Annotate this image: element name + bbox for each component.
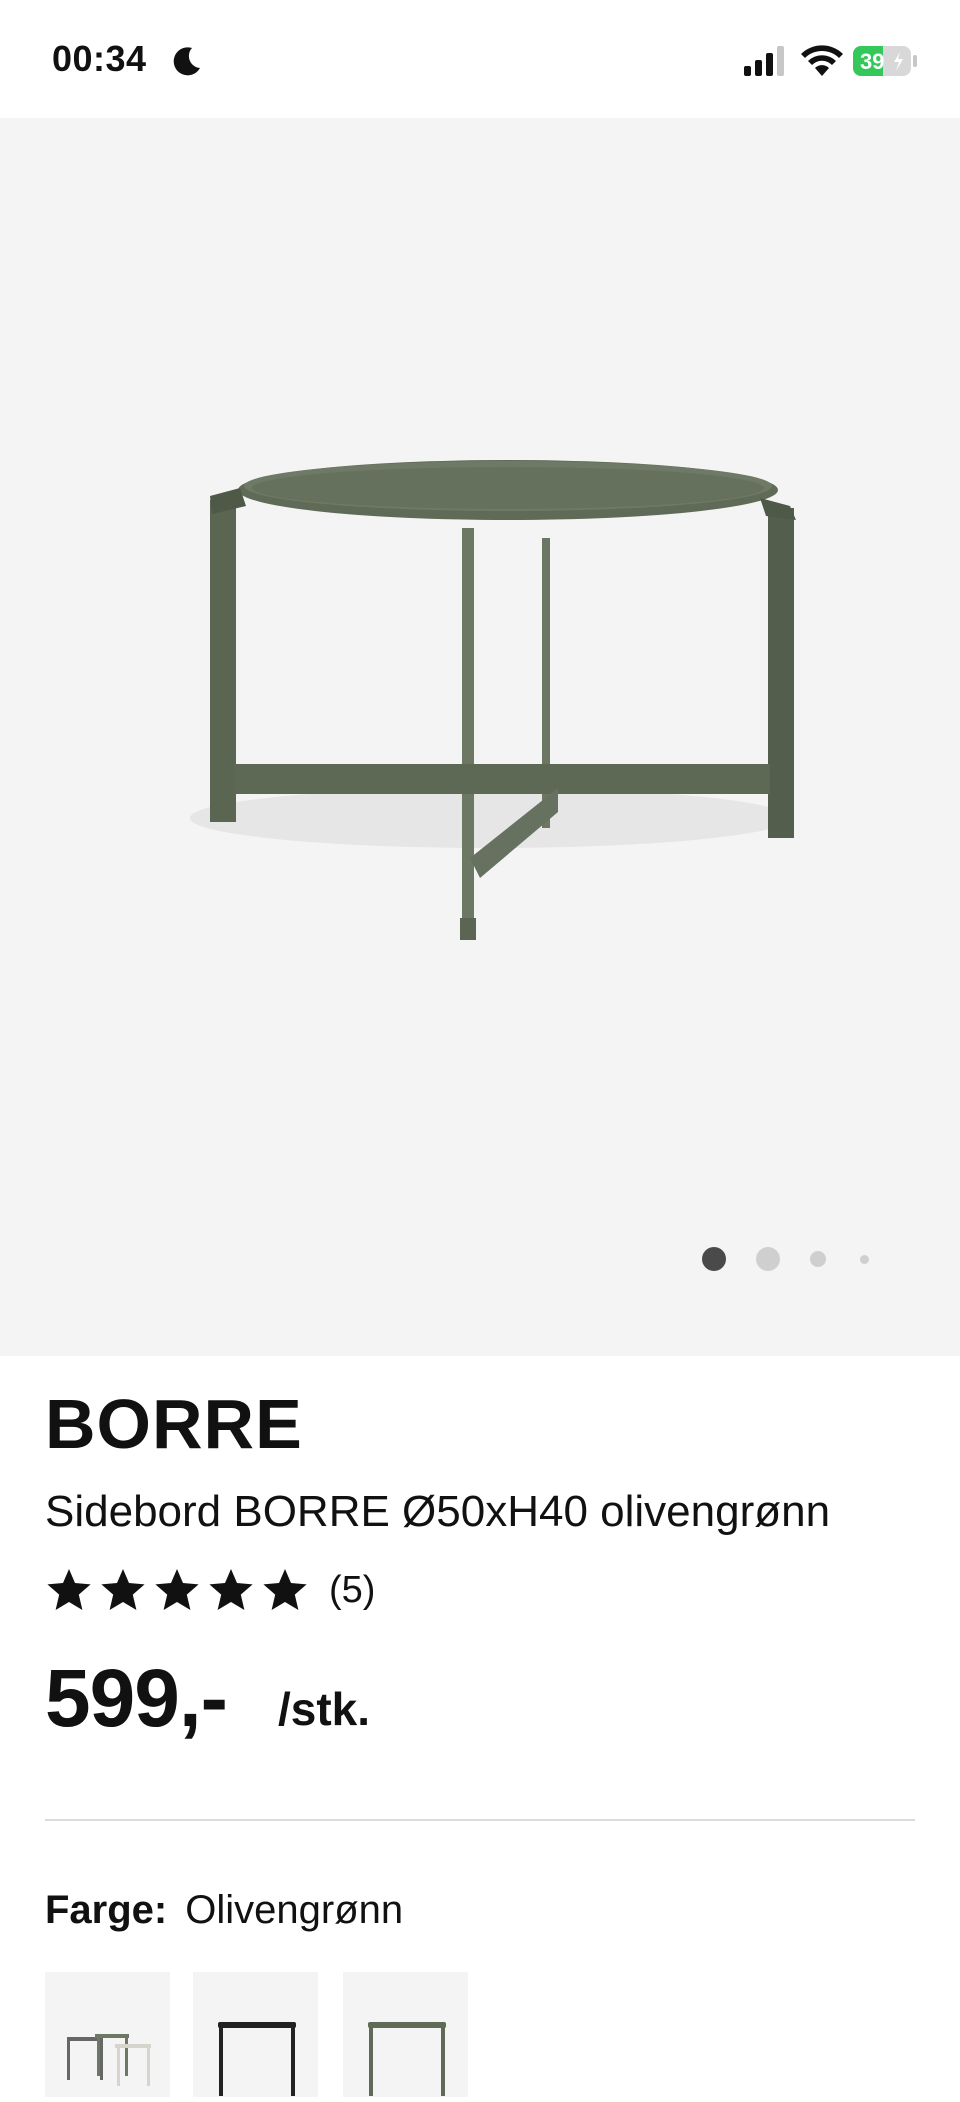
status-bar: 00:34 39: [0, 0, 960, 118]
price-unit: /stk.: [278, 1683, 371, 1735]
color-swatch-1[interactable]: [45, 1972, 170, 2097]
moon-icon: [173, 47, 200, 76]
star-icon: [209, 1569, 253, 1610]
carousel-dots[interactable]: [702, 1244, 869, 1274]
product-gallery[interactable]: [0, 118, 960, 1356]
carousel-dot-1[interactable]: [702, 1247, 726, 1271]
product-brand: BORRE: [45, 1385, 303, 1463]
star-icon: [47, 1569, 91, 1610]
color-value: Olivengrønn: [185, 1888, 404, 1932]
wifi-icon: [801, 45, 843, 76]
color-swatch-2[interactable]: [193, 1972, 318, 2097]
swatch-image: [218, 2022, 296, 2096]
color-swatch-3[interactable]: [343, 1972, 468, 2097]
product-image: [190, 460, 796, 940]
cellular-signal-icon: [744, 46, 784, 76]
carousel-dot-4[interactable]: [860, 1254, 869, 1264]
rating-count[interactable]: (5): [329, 1569, 375, 1612]
color-label: Farge:: [45, 1888, 168, 1932]
star-icon: [263, 1569, 307, 1610]
color-selector-label: Farge: Olivengrønn: [45, 1888, 403, 1933]
star-icon: [101, 1569, 145, 1610]
status-time: 00:34: [52, 38, 147, 79]
swatch-image: [67, 2034, 151, 2086]
product-price: 599,-: [45, 1653, 228, 1744]
carousel-dot-3[interactable]: [810, 1251, 826, 1267]
divider: [45, 1819, 915, 1821]
battery-level: 39: [860, 49, 884, 74]
product-description: Sidebord BORRE Ø50xH40 olivengrønn: [45, 1487, 831, 1536]
product-rating[interactable]: (5): [45, 1560, 375, 1620]
battery-icon: 39: [853, 46, 917, 76]
swatch-image: [368, 2022, 446, 2096]
star-icon: [155, 1569, 199, 1610]
carousel-dot-2[interactable]: [756, 1247, 780, 1271]
